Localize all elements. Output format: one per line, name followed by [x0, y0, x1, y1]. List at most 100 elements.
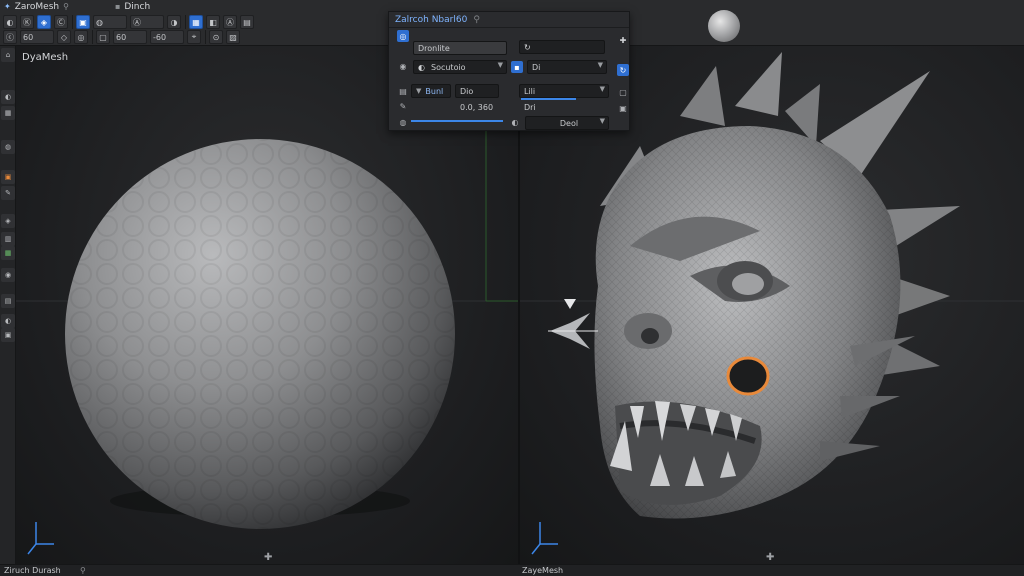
- viewport-label: DyaMesh: [22, 52, 69, 63]
- move-icon[interactable]: 60: [20, 30, 54, 44]
- refresh-icon: ↻: [524, 42, 531, 52]
- scale-icon[interactable]: ◇: [57, 30, 71, 44]
- chevron-down-icon: ▼: [599, 117, 605, 125]
- frame-icon[interactable]: ▢: [96, 30, 110, 44]
- tab-zaromesh[interactable]: ✦ ZaroMesh ⚲: [4, 2, 69, 12]
- tab-icon: ▪: [114, 2, 121, 11]
- navigation-sphere[interactable]: [708, 10, 740, 42]
- panel-title-text: Zalrcoh Nbarl60: [395, 14, 468, 25]
- rgb-icon[interactable]: ◈: [37, 15, 51, 29]
- sidebar-tool-icon[interactable]: ▦: [1, 246, 15, 260]
- transform-gizmo-icon[interactable]: [548, 299, 598, 349]
- sidebar-tool-icon[interactable]: ◉: [1, 268, 15, 282]
- sidebar-tool-icon[interactable]: ◐: [1, 90, 15, 104]
- axis-gizmo: [27, 522, 54, 555]
- pin-icon[interactable]: ⚲: [80, 566, 86, 575]
- brush-value: Bunl: [425, 86, 444, 96]
- apply-value: Deol: [559, 118, 579, 128]
- toolbar-separator: [185, 15, 186, 29]
- clear-icon[interactable]: ▢: [617, 86, 629, 98]
- draw-icon[interactable]: Ⓚ: [20, 15, 34, 29]
- dynamesh-panel: Zalrcoh Nbarl60 ⚲ ◎ Dronlite ↻ ✚ ◉ ◐ Soc…: [388, 11, 630, 131]
- sidebar-tool-icon[interactable]: ▣: [1, 328, 15, 342]
- sidebar-tool-icon[interactable]: ✎: [1, 186, 15, 200]
- chevron-down-icon: ▼: [416, 87, 422, 95]
- transp-icon[interactable]: ▨: [226, 30, 240, 44]
- mrgb-icon[interactable]: Ⓒ: [54, 15, 68, 29]
- pivot-marker-icon: ✚: [264, 552, 272, 563]
- local-icon[interactable]: ▤: [240, 15, 254, 29]
- preset-field[interactable]: Dronlite: [413, 41, 507, 55]
- sidebar-tool-icon[interactable]: ◍: [1, 140, 15, 154]
- draw-size-icon[interactable]: ◑: [167, 15, 181, 29]
- add-icon[interactable]: ✚: [617, 34, 629, 46]
- toolbar-row-2: ⓒ 60 ◇ ◎ ▢ 60 -60 ⌖ ⊙ ▨: [0, 29, 240, 45]
- resolution-dropdown[interactable]: Di ▼: [527, 60, 607, 74]
- dragon-skull-sculpt[interactable]: [594, 52, 960, 519]
- toggle-icon[interactable]: ▪: [511, 61, 523, 73]
- edit-icon[interactable]: ⓒ: [3, 30, 17, 44]
- brush-dropdown[interactable]: ▼ Bunl: [411, 84, 451, 98]
- chevron-down-icon: ▼: [599, 85, 605, 93]
- tab-icon: ✦: [4, 2, 11, 11]
- toolbar-separator: [72, 15, 73, 29]
- dynamesh-icon[interactable]: ◎: [397, 30, 409, 42]
- sidebar-tool-icon[interactable]: ◈: [1, 214, 15, 228]
- brush-icon[interactable]: ◐: [3, 15, 17, 29]
- sidebar-tool-icon[interactable]: ⌂: [1, 48, 15, 62]
- sidebar-tool-icon[interactable]: ▣: [1, 170, 15, 184]
- project-field[interactable]: Dri: [519, 100, 609, 114]
- material-icon[interactable]: ◉: [397, 60, 409, 72]
- axis-gizmo: [531, 522, 558, 555]
- blur-value: Lili: [524, 86, 536, 96]
- sidebar-tool-icon[interactable]: ▦: [1, 106, 15, 120]
- material-value: Socutoio: [430, 62, 466, 72]
- toolbar-separator: [92, 30, 93, 44]
- resolution-value: Di: [532, 62, 541, 72]
- value-field[interactable]: 60: [113, 30, 147, 44]
- palette-icon[interactable]: ◐: [509, 116, 521, 128]
- toolbar-separator: [205, 30, 206, 44]
- chevron-down-icon: ▼: [497, 61, 503, 69]
- status-bar: Ziruch Durash ⚲ ZayeMesh: [0, 564, 1024, 576]
- title-row: ✦ ZaroMesh ⚲ ▪ Dinch: [0, 0, 390, 13]
- zoom-icon[interactable]: ⌖: [187, 30, 201, 44]
- preset-value: Dronlite: [418, 43, 450, 53]
- sidebar-tool-icon[interactable]: ▥: [1, 232, 15, 246]
- sidebar-tool-icon[interactable]: ◐: [1, 314, 15, 328]
- symmetry-icon[interactable]: ▦: [189, 15, 203, 29]
- floor-icon[interactable]: Ⓐ: [223, 15, 237, 29]
- range-field[interactable]: 0.0, 360: [455, 100, 505, 114]
- left-sidebar: ⌂ ◐ ▦ ◍ ▣ ✎ ◈ ▥ ▦ ◉ ▤ ◐ ▣: [0, 46, 16, 576]
- actual-icon[interactable]: ⊙: [209, 30, 223, 44]
- chevron-down-icon: ▼: [597, 61, 603, 69]
- depth-field[interactable]: Dio: [455, 84, 499, 98]
- zadd-icon[interactable]: ▣: [76, 15, 90, 29]
- list-icon[interactable]: ▤: [397, 85, 409, 97]
- tab-label: ZaroMesh: [14, 1, 60, 12]
- z-intensity-icon[interactable]: Ⓐ: [130, 15, 164, 29]
- blur-field[interactable]: Lili ▼: [519, 84, 609, 98]
- toolbar-row-1: ◐ Ⓚ ◈ Ⓒ ▣ ◍ Ⓐ ◑ ▦ ◧ Ⓐ ▤: [0, 14, 254, 30]
- pin-icon[interactable]: ⚲: [473, 15, 480, 25]
- value-field-2[interactable]: -60: [150, 30, 184, 44]
- persp-icon[interactable]: ◧: [206, 15, 220, 29]
- range-value: 0.0, 360: [460, 102, 494, 112]
- pivot-marker-icon: ✚: [766, 552, 774, 563]
- focal-icon[interactable]: ◍: [93, 15, 127, 29]
- rotate-icon[interactable]: ◎: [74, 30, 88, 44]
- refresh-icon[interactable]: ↻: [617, 64, 629, 76]
- status-right: ZayeMesh: [522, 566, 564, 575]
- sidebar-tool-icon[interactable]: ▤: [1, 294, 15, 308]
- sphere-texture: [65, 139, 455, 529]
- settings-icon[interactable]: ◍: [397, 116, 409, 128]
- apply-dropdown[interactable]: Deol ▼: [525, 116, 609, 130]
- strength-slider[interactable]: [411, 120, 503, 122]
- lock-icon[interactable]: ▣: [617, 102, 629, 114]
- material-dropdown[interactable]: ◐ Socutoio ▼: [413, 60, 507, 74]
- tab-dinch[interactable]: ▪ Dinch: [115, 2, 150, 12]
- pin-icon[interactable]: ⚲: [63, 2, 69, 11]
- panel-title[interactable]: Zalrcoh Nbarl60 ⚲: [389, 12, 629, 28]
- mode-field[interactable]: ↻: [519, 40, 605, 54]
- pencil-icon[interactable]: ✎: [397, 100, 409, 112]
